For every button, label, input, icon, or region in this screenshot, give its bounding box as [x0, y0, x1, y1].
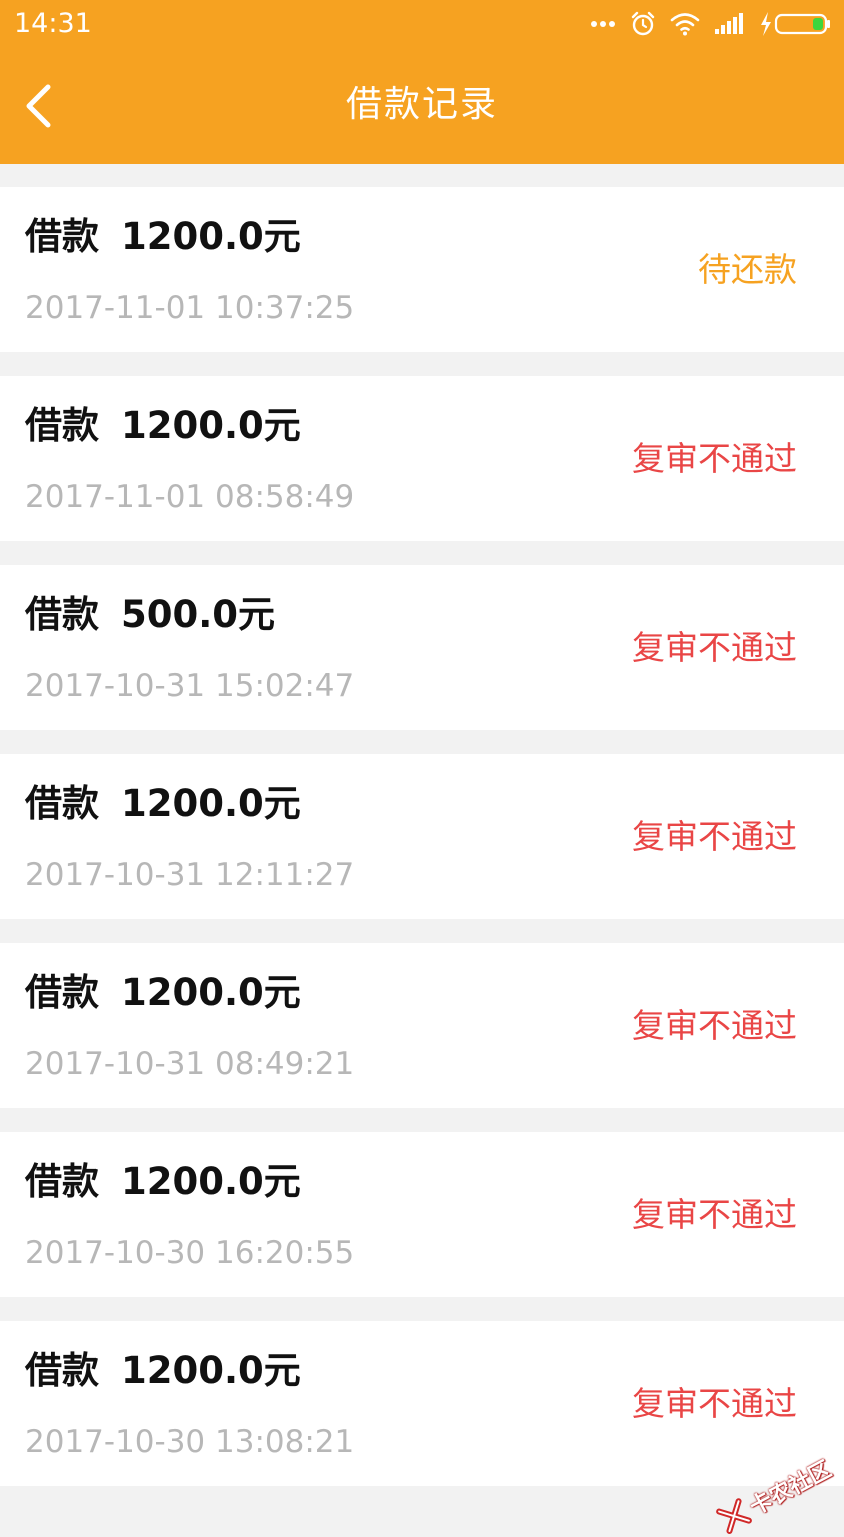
record-time: 2017-10-31 15:02:47	[25, 668, 355, 704]
record-amount: 1200.0元	[121, 1160, 301, 1203]
status-icons	[590, 8, 832, 40]
record-title: 借款 500.0元	[25, 593, 275, 637]
record-status: 复审不通过	[632, 1006, 797, 1045]
app-header: 14:31 借款记录	[0, 0, 844, 164]
record-label: 借款	[25, 971, 99, 1014]
record-status: 复审不通过	[632, 817, 797, 856]
loan-record[interactable]: 借款 500.0元 2017-10-31 15:02:47 复审不通过	[0, 565, 844, 730]
status-bar: 14:31	[0, 0, 844, 48]
loan-record[interactable]: 借款 1200.0元 2017-10-30 16:20:55 复审不通过	[0, 1132, 844, 1297]
record-label: 借款	[25, 404, 99, 447]
record-amount: 1200.0元	[121, 971, 301, 1014]
record-label: 借款	[25, 1160, 99, 1203]
loan-record[interactable]: 借款 1200.0元 2017-10-30 13:08:21 复审不通过	[0, 1321, 844, 1486]
record-time: 2017-10-31 12:11:27	[25, 857, 355, 893]
record-time: 2017-11-01 10:37:25	[25, 290, 355, 326]
signal-icon	[715, 13, 743, 34]
record-label: 借款	[25, 593, 99, 636]
record-status: 复审不通过	[632, 1384, 797, 1423]
more-dots-icon	[591, 21, 615, 27]
record-status: 复审不通过	[632, 439, 797, 478]
record-title: 借款 1200.0元	[25, 971, 301, 1015]
record-time: 2017-10-31 08:49:21	[25, 1046, 355, 1082]
record-status: 待还款	[698, 250, 797, 289]
wifi-icon	[670, 13, 700, 36]
record-status: 复审不通过	[632, 628, 797, 667]
record-label: 借款	[25, 1349, 99, 1392]
loan-record[interactable]: 借款 1200.0元 2017-10-31 12:11:27 复审不通过	[0, 754, 844, 919]
record-amount: 1200.0元	[121, 782, 301, 825]
record-title: 借款 1200.0元	[25, 782, 301, 826]
record-time: 2017-10-30 13:08:21	[25, 1424, 355, 1460]
record-title: 借款 1200.0元	[25, 215, 301, 259]
page-title: 借款记录	[345, 84, 498, 125]
record-time: 2017-10-30 16:20:55	[25, 1235, 355, 1271]
record-title: 借款 1200.0元	[25, 1160, 301, 1204]
record-amount: 1200.0元	[121, 404, 301, 447]
record-amount: 500.0元	[121, 593, 276, 636]
battery-charging-icon	[761, 12, 830, 36]
nav-bar: 借款记录	[0, 48, 844, 164]
record-amount: 1200.0元	[121, 1349, 301, 1392]
record-amount: 1200.0元	[121, 215, 301, 258]
status-time: 14:31	[14, 8, 92, 39]
record-status: 复审不通过	[632, 1195, 797, 1234]
alarm-clock-icon	[631, 11, 655, 36]
record-label: 借款	[25, 782, 99, 825]
record-title: 借款 1200.0元	[25, 404, 301, 448]
record-title: 借款 1200.0元	[25, 1349, 301, 1393]
loan-record[interactable]: 借款 1200.0元 2017-10-31 08:49:21 复审不通过	[0, 943, 844, 1108]
record-label: 借款	[25, 215, 99, 258]
loan-record[interactable]: 借款 1200.0元 2017-11-01 08:58:49 复审不通过	[0, 376, 844, 541]
record-time: 2017-11-01 08:58:49	[25, 479, 355, 515]
loan-record[interactable]: 借款 1200.0元 2017-11-01 10:37:25 待还款	[0, 187, 844, 352]
loan-record-list: 借款 1200.0元 2017-11-01 10:37:25 待还款 借款 1200…	[0, 187, 844, 1510]
